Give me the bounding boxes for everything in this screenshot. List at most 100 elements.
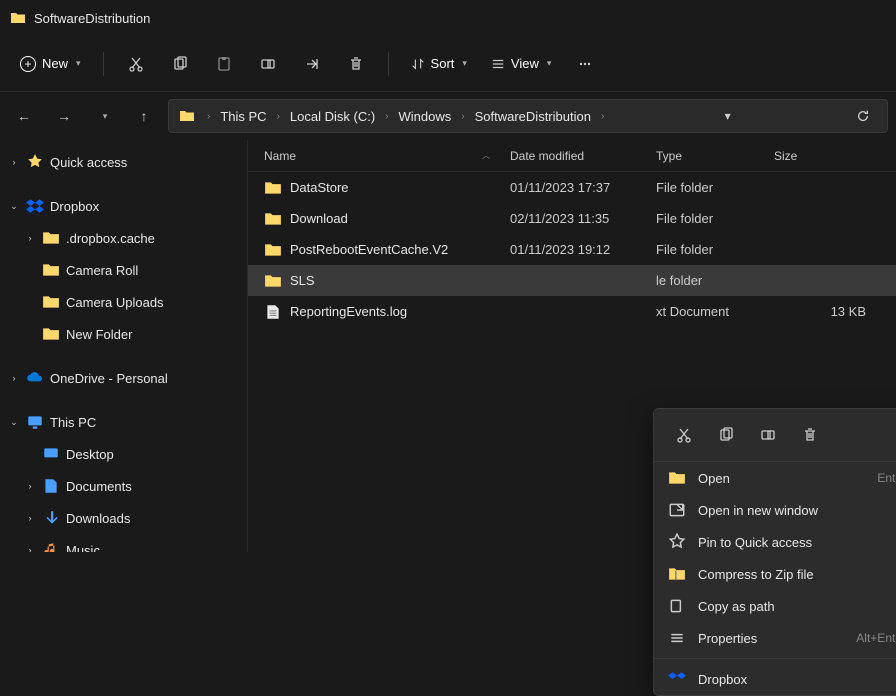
table-row[interactable]: Download02/11/2023 11:35File folder — [248, 203, 896, 234]
file-type: File folder — [656, 211, 774, 226]
table-row[interactable]: ReportingEvents.logxt Document13 KB — [248, 296, 896, 327]
chevron-down-icon: ▾ — [547, 58, 552, 69]
chevron-down-icon: ▾ — [462, 58, 467, 69]
sidebar-item-camera-roll[interactable]: Camera Roll — [0, 254, 247, 286]
file-panel: Name︿ Date modified Type Size DataStore0… — [248, 140, 896, 552]
sidebar-item-desktop[interactable]: Desktop — [0, 438, 247, 470]
folder-icon — [42, 325, 60, 343]
forward-button[interactable]: → — [48, 100, 80, 132]
sort-label: Sort — [431, 56, 455, 71]
copy-button[interactable] — [710, 419, 742, 451]
file-date: 02/11/2023 11:35 — [510, 211, 656, 226]
new-window-icon — [668, 501, 686, 519]
sidebar-item-dropbox[interactable]: ⌄ Dropbox — [0, 190, 247, 222]
column-name[interactable]: Name︿ — [264, 149, 510, 163]
sidebar-item-quick-access[interactable]: › Quick access — [0, 146, 247, 178]
column-size[interactable]: Size — [774, 149, 896, 163]
folder-icon — [264, 241, 282, 259]
sidebar-item-music[interactable]: › Music — [0, 534, 247, 552]
folder-icon — [42, 293, 60, 311]
delete-button[interactable] — [336, 44, 376, 84]
folder-icon — [42, 261, 60, 279]
share-button[interactable] — [292, 44, 332, 84]
context-pin-quick-access[interactable]: Pin to Quick access — [654, 526, 896, 558]
sidebar-item-documents[interactable]: › Documents — [0, 470, 247, 502]
file-name: ReportingEvents.log — [290, 304, 510, 319]
recent-button[interactable]: ▾ — [88, 100, 120, 132]
music-icon — [42, 541, 60, 552]
properties-icon — [668, 629, 686, 647]
context-dropbox[interactable]: Dropbox › — [654, 663, 896, 695]
breadcrumb-current[interactable]: SoftwareDistribution — [471, 107, 595, 126]
copy-path-icon — [668, 597, 686, 615]
folder-icon — [10, 10, 26, 26]
new-button[interactable]: + New ▾ — [10, 50, 91, 78]
context-copy-path[interactable]: Copy as path — [654, 590, 896, 622]
sidebar-item-camera-uploads[interactable]: Camera Uploads — [0, 286, 247, 318]
folder-open-icon — [668, 469, 686, 487]
chevron-right-icon: › — [24, 481, 36, 491]
table-row[interactable]: DataStore01/11/2023 17:37File folder — [248, 172, 896, 203]
more-button[interactable] — [565, 44, 605, 84]
sidebar-item-new-folder[interactable]: New Folder — [0, 318, 247, 350]
folder-icon — [264, 179, 282, 197]
address-bar[interactable]: › This PC › Local Disk (C:) › Windows › … — [168, 99, 888, 133]
chevron-right-icon: › — [24, 513, 36, 523]
zip-icon — [668, 565, 686, 583]
folder-icon — [179, 108, 195, 124]
nav-bar: ← → ▾ ↑ › This PC › Local Disk (C:) › Wi… — [0, 92, 896, 140]
file-size: 13 KB — [774, 304, 896, 319]
file-type: File folder — [656, 242, 774, 257]
chevron-down-icon: ⌄ — [8, 201, 20, 212]
file-type: File folder — [656, 180, 774, 195]
cut-button[interactable] — [668, 419, 700, 451]
sidebar-item-onedrive[interactable]: › OneDrive - Personal — [0, 362, 247, 394]
chevron-right-icon: › — [383, 111, 390, 122]
context-compress[interactable]: Compress to Zip file — [654, 558, 896, 590]
sidebar-item-this-pc[interactable]: ⌄ This PC — [0, 406, 247, 438]
documents-icon — [42, 477, 60, 495]
table-row[interactable]: SLS le folder — [248, 265, 896, 296]
chevron-down-icon: ▾ — [76, 58, 81, 69]
context-menu: Open Enter Open in new window Pin to Qui… — [653, 408, 896, 696]
up-button[interactable]: ↑ — [128, 100, 160, 132]
cut-button[interactable] — [116, 44, 156, 84]
back-button[interactable]: ← — [8, 100, 40, 132]
downloads-icon — [42, 509, 60, 527]
toolbar: + New ▾ Sort ▾ View ▾ — [0, 36, 896, 92]
column-date[interactable]: Date modified — [510, 149, 656, 163]
column-type[interactable]: Type — [656, 149, 774, 163]
context-properties[interactable]: Properties Alt+Enter — [654, 622, 896, 654]
context-open-new-window[interactable]: Open in new window — [654, 494, 896, 526]
rename-button[interactable] — [248, 44, 288, 84]
breadcrumb-windows[interactable]: Windows — [395, 107, 456, 126]
paste-button[interactable] — [204, 44, 244, 84]
dropbox-icon — [668, 670, 686, 688]
sidebar-item-downloads[interactable]: › Downloads — [0, 502, 247, 534]
file-name: SLS — [290, 273, 510, 288]
chevron-down-icon: ⌄ — [8, 417, 20, 428]
chevron-right-icon: › — [599, 111, 606, 122]
context-open[interactable]: Open Enter — [654, 462, 896, 494]
breadcrumb-drive[interactable]: Local Disk (C:) — [286, 107, 379, 126]
computer-icon — [26, 413, 44, 431]
separator — [103, 52, 104, 76]
address-dropdown[interactable]: ▾ — [714, 102, 742, 130]
sort-button[interactable]: Sort ▾ — [401, 50, 477, 77]
delete-button[interactable] — [794, 419, 826, 451]
view-label: View — [511, 56, 539, 71]
file-name: DataStore — [290, 180, 510, 195]
star-icon — [26, 153, 44, 171]
view-button[interactable]: View ▾ — [481, 50, 561, 77]
sidebar-item-dropbox-cache[interactable]: › .dropbox.cache — [0, 222, 247, 254]
rename-button[interactable] — [752, 419, 784, 451]
sidebar: › Quick access ⌄ Dropbox › .dropbox.cach… — [0, 140, 248, 552]
separator — [654, 658, 896, 659]
chevron-right-icon: › — [275, 111, 282, 122]
breadcrumb-this-pc[interactable]: This PC — [216, 107, 270, 126]
copy-button[interactable] — [160, 44, 200, 84]
chevron-right-icon: › — [205, 111, 212, 122]
table-row[interactable]: PostRebootEventCache.V201/11/2023 19:12F… — [248, 234, 896, 265]
file-type: le folder — [656, 273, 774, 288]
refresh-button[interactable] — [849, 102, 877, 130]
